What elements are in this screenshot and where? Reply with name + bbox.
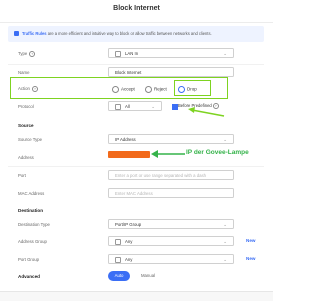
source-heading: Source [18, 123, 34, 128]
annotation-arrow [151, 150, 185, 158]
source-type-label: Source Type [18, 137, 43, 142]
mac-address-input[interactable]: Enter MAC Address [108, 188, 234, 198]
address-group-select[interactable]: Any ⌄ [108, 236, 234, 246]
title-divider [0, 22, 273, 23]
info-icon [14, 31, 19, 37]
address-group-label: Address Group [18, 239, 47, 244]
address-label: Address [18, 155, 34, 160]
chevron-down-icon: ⌄ [223, 257, 227, 262]
drop-icon [178, 86, 185, 93]
new-port-group-link[interactable]: New [246, 256, 255, 261]
pointer-arrow [188, 107, 225, 117]
type-select[interactable]: LAN In ⌄ [108, 48, 234, 58]
redacted-address [108, 151, 150, 158]
action-label: Action? [18, 86, 38, 92]
chevron-down-icon: ⌄ [223, 51, 227, 56]
source-type-select[interactable]: IP Address ⌄ [108, 134, 234, 144]
name-input[interactable]: Block Internet [108, 67, 234, 77]
row-divider [8, 166, 264, 167]
dialog-title: Block Internet [113, 5, 160, 12]
info-banner: Traffic Rules are a more efficient and i… [8, 26, 264, 42]
action-accept-option[interactable]: Accept [112, 86, 135, 93]
advanced-manual-option[interactable]: Manual [136, 271, 160, 281]
destination-type-label: Destination Type [18, 222, 50, 227]
group-icon [115, 256, 121, 263]
protocol-icon [115, 103, 121, 110]
chevron-down-icon: ⌄ [223, 137, 227, 142]
port-group-label: Port Group [18, 257, 40, 262]
annotation-text: IP der Govee-Lampe [186, 149, 249, 156]
port-group-select[interactable]: Any ⌄ [108, 254, 234, 264]
chevron-down-icon: ⌄ [223, 239, 227, 244]
chevron-down-icon: ⌄ [223, 222, 227, 227]
port-input[interactable]: Enter a port or use range separated with… [108, 170, 234, 180]
destination-type-select[interactable]: Port/IP Group ⌄ [108, 219, 234, 229]
name-label: Name [18, 70, 30, 75]
protocol-label: Protocol [18, 104, 34, 109]
port-label: Port [18, 173, 26, 178]
protocol-select[interactable]: All ⌄ [108, 101, 162, 111]
help-icon[interactable]: ? [31, 86, 38, 92]
action-reject-option[interactable]: Reject [145, 86, 167, 93]
row-divider [8, 64, 264, 65]
mac-address-label: MAC Address [18, 191, 45, 196]
check-icon [112, 86, 119, 93]
group-icon [115, 238, 121, 245]
advanced-label: Advanced [18, 274, 40, 279]
destination-heading: Destination [18, 208, 44, 213]
new-address-group-link[interactable]: New [246, 238, 255, 243]
action-drop-option[interactable]: Drop [178, 86, 197, 93]
advanced-auto-option[interactable]: Auto [108, 271, 130, 281]
help-icon[interactable]: ? [29, 51, 36, 57]
info-text: are a more efficient and intuitive way t… [46, 31, 212, 36]
chevron-down-icon: ⌄ [151, 104, 155, 109]
traffic-rules-link[interactable]: Traffic Rules [22, 31, 47, 36]
lan-icon [115, 50, 121, 57]
type-label: Type? [18, 51, 36, 57]
reject-icon [145, 86, 152, 93]
